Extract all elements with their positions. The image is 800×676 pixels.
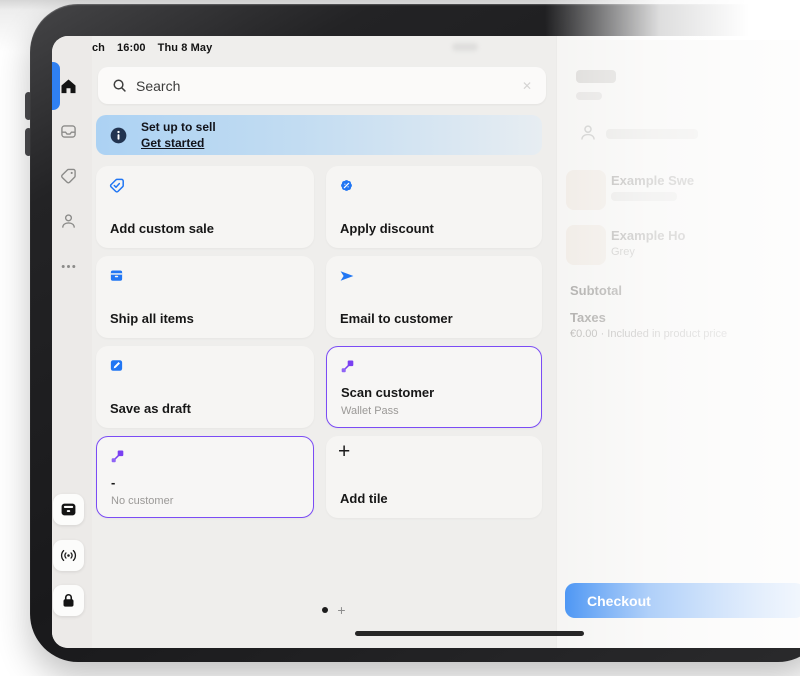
cart-item-subtitle: Grey bbox=[611, 246, 635, 258]
send-plane-icon bbox=[339, 268, 355, 284]
cart-item-subtitle-faded bbox=[611, 192, 677, 201]
sidebar-item-home[interactable] bbox=[59, 77, 77, 95]
contactless-signal-icon bbox=[60, 547, 77, 564]
person-icon bbox=[60, 213, 77, 230]
home-icon bbox=[60, 78, 77, 95]
tile-label: Apply discount bbox=[340, 221, 434, 236]
tile-ship-all-items[interactable]: Ship all items bbox=[96, 256, 314, 338]
scan-diagonal-icon bbox=[110, 449, 126, 465]
search-input[interactable]: Search ✕ bbox=[98, 67, 546, 104]
tile-email-to-customer[interactable]: Email to customer bbox=[326, 256, 542, 338]
add-page-icon[interactable]: + bbox=[337, 602, 345, 618]
tile-scan-customer[interactable]: Scan customer Wallet Pass bbox=[326, 346, 542, 428]
banner-title: Set up to sell bbox=[141, 119, 216, 135]
tile-apply-discount[interactable]: Apply discount bbox=[326, 166, 542, 248]
nav-sidebar bbox=[52, 36, 92, 648]
close-icon[interactable]: ✕ bbox=[522, 79, 532, 93]
tile-label: Scan customer bbox=[341, 385, 434, 400]
shipping-box-icon bbox=[109, 268, 125, 284]
get-started-link[interactable]: Get started bbox=[141, 135, 216, 151]
add-customer-label-faded bbox=[606, 129, 698, 139]
tile-label: Email to customer bbox=[340, 311, 453, 326]
status-date: Thu 8 May bbox=[158, 42, 213, 54]
lock-icon bbox=[60, 592, 77, 609]
discount-badge-icon bbox=[339, 178, 355, 194]
draft-pencil-icon bbox=[109, 358, 125, 374]
tag-icon bbox=[60, 168, 77, 185]
search-icon bbox=[112, 78, 127, 93]
cart-title-faded bbox=[576, 70, 616, 83]
tile-add-tile[interactable]: + Add tile bbox=[326, 436, 542, 518]
info-circle-icon bbox=[110, 127, 127, 144]
home-indicator[interactable] bbox=[355, 631, 584, 636]
ellipsis-icon bbox=[60, 258, 77, 275]
tile-label: Save as draft bbox=[110, 401, 191, 416]
tile-label: Add tile bbox=[340, 491, 388, 506]
lock-button[interactable] bbox=[53, 585, 84, 616]
cart-item-title: Example Ho bbox=[611, 228, 685, 243]
taxes-value: €0.00 · Included in product price bbox=[570, 328, 727, 340]
search-placeholder: Search bbox=[136, 78, 180, 94]
cash-drawer-button[interactable] bbox=[53, 494, 84, 525]
scan-diagonal-icon bbox=[340, 359, 356, 375]
add-customer-icon[interactable] bbox=[579, 124, 597, 142]
cash-drawer-icon bbox=[60, 501, 77, 518]
contactless-button[interactable] bbox=[53, 540, 84, 571]
plus-icon: + bbox=[338, 440, 350, 464]
sidebar-item-more[interactable] bbox=[59, 257, 77, 275]
cart-subtitle-faded bbox=[576, 92, 602, 100]
taxes-label: Taxes bbox=[570, 310, 606, 325]
sidebar-item-inbox[interactable] bbox=[59, 122, 77, 140]
setup-banner: Set up to sell Get started bbox=[96, 115, 542, 155]
sidebar-item-customers[interactable] bbox=[59, 212, 77, 230]
tile-add-custom-sale[interactable]: Add custom sale bbox=[96, 166, 314, 248]
tile-label: Ship all items bbox=[110, 311, 194, 326]
cart-item-thumbnail bbox=[566, 225, 606, 265]
cart-item-title: Example Swe bbox=[611, 173, 694, 188]
sidebar-item-products[interactable] bbox=[59, 167, 77, 185]
inbox-tray-icon bbox=[60, 123, 77, 140]
subtotal-label: Subtotal bbox=[570, 283, 622, 298]
tile-no-customer[interactable]: - No customer bbox=[96, 436, 314, 518]
cart-panel: Example Swe Example Ho Grey Subtotal Tax… bbox=[556, 36, 800, 648]
checkout-label: Checkout bbox=[587, 593, 651, 609]
tag-check-icon bbox=[109, 178, 125, 194]
cart-item-thumbnail bbox=[566, 170, 606, 210]
screenshot-stage: ◀ Search 16:00 Thu 8 May bbox=[0, 0, 800, 676]
checkout-button[interactable]: Checkout bbox=[565, 583, 800, 618]
status-time: 16:00 bbox=[117, 42, 146, 54]
tile-sublabel: No customer bbox=[111, 495, 173, 507]
tile-label: Add custom sale bbox=[110, 221, 214, 236]
page-dot[interactable] bbox=[322, 607, 328, 613]
page-indicator: + bbox=[302, 602, 366, 618]
tile-sublabel: Wallet Pass bbox=[341, 405, 399, 417]
tile-save-as-draft[interactable]: Save as draft bbox=[96, 346, 314, 428]
ipad-screen: ◀ Search 16:00 Thu 8 May bbox=[52, 36, 800, 648]
tile-label: - bbox=[111, 475, 115, 490]
status-icons-faded bbox=[452, 43, 478, 51]
